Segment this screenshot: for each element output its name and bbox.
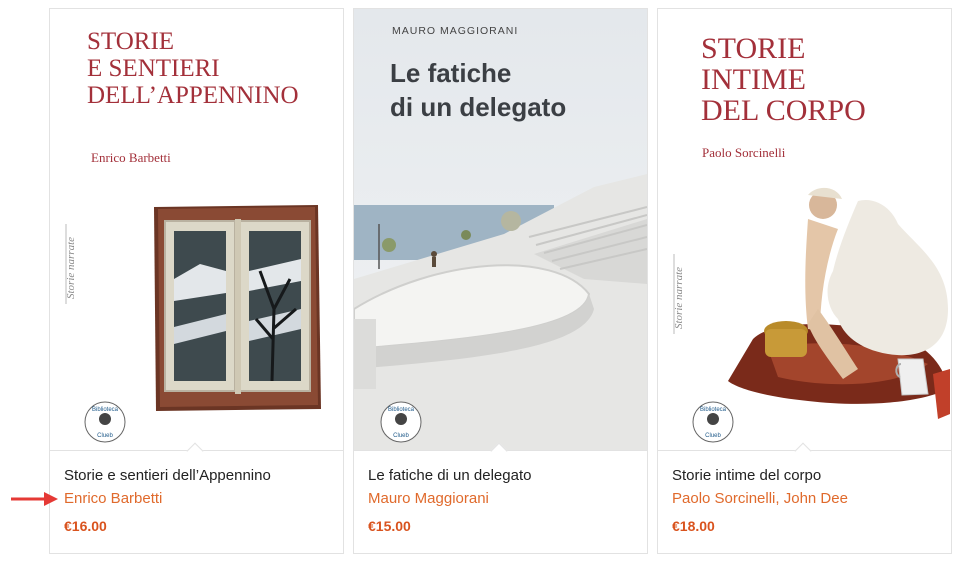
logo-text: Clueb <box>393 433 409 439</box>
logo-text: Biblioteca <box>700 407 727 413</box>
product-author-link[interactable]: Mauro Maggiorani <box>368 489 637 509</box>
cover-title-line: INTIME <box>701 63 806 96</box>
cover-author: Paolo Sorcinelli <box>702 145 786 160</box>
cover-title-line: di un delegato <box>390 92 566 122</box>
product-title[interactable]: Storie e sentieri dell’Appennino <box>64 466 333 486</box>
book-cover-image[interactable]: MAURO MAGGIORANI Le fatiche di un delega… <box>354 9 647 451</box>
product-card[interactable]: STORIE E SENTIERI DELL’APPENNINO Enrico … <box>49 8 344 554</box>
cover-title-line: Le fatiche <box>390 58 511 88</box>
pointer-arrow-icon <box>11 492 58 506</box>
book-cover-image[interactable]: STORIE INTIME DEL CORPO Paolo Sorcinelli… <box>658 9 951 451</box>
product-author-link[interactable]: Paolo Sorcinelli, John Dee <box>672 489 941 509</box>
product-info: Le fatiche di un delegato Mauro Maggiora… <box>368 466 637 535</box>
product-card[interactable]: STORIE INTIME DEL CORPO Paolo Sorcinelli… <box>657 8 952 554</box>
product-author-link[interactable]: Enrico Barbetti <box>64 489 333 509</box>
product-price: €18.00 <box>672 518 715 534</box>
product-card[interactable]: MAURO MAGGIORANI Le fatiche di un delega… <box>353 8 648 554</box>
cover-series-label: Storie narrate <box>65 237 77 299</box>
window-illustration <box>154 205 321 411</box>
logo-text: Biblioteca <box>388 407 415 413</box>
cover-series-label: Storie narrate <box>673 267 685 329</box>
cover-author: MAURO MAGGIORANI <box>392 25 518 37</box>
product-info: Storie e sentieri dell’Appennino Enrico … <box>64 466 333 535</box>
product-price: €15.00 <box>368 518 411 534</box>
cover-title-line: STORIE <box>701 32 805 65</box>
product-title[interactable]: Le fatiche di un delegato <box>368 466 637 486</box>
book-cover-image[interactable]: STORIE E SENTIERI DELL’APPENNINO Enrico … <box>50 9 343 451</box>
product-price: €16.00 <box>64 518 107 534</box>
product-info: Storie intime del corpo Paolo Sorcinelli… <box>672 466 941 535</box>
logo-text: Clueb <box>705 433 721 439</box>
cover-title-line: E SENTIERI <box>87 55 220 82</box>
logo-text: Clueb <box>97 433 113 439</box>
product-title[interactable]: Storie intime del corpo <box>672 466 941 486</box>
cover-title-line: DELL’APPENNINO <box>87 82 299 109</box>
cover-title-line: STORIE <box>87 28 174 55</box>
cover-author: Enrico Barbetti <box>91 150 171 165</box>
cover-title-line: DEL CORPO <box>701 94 866 127</box>
logo-text: Biblioteca <box>92 407 119 413</box>
